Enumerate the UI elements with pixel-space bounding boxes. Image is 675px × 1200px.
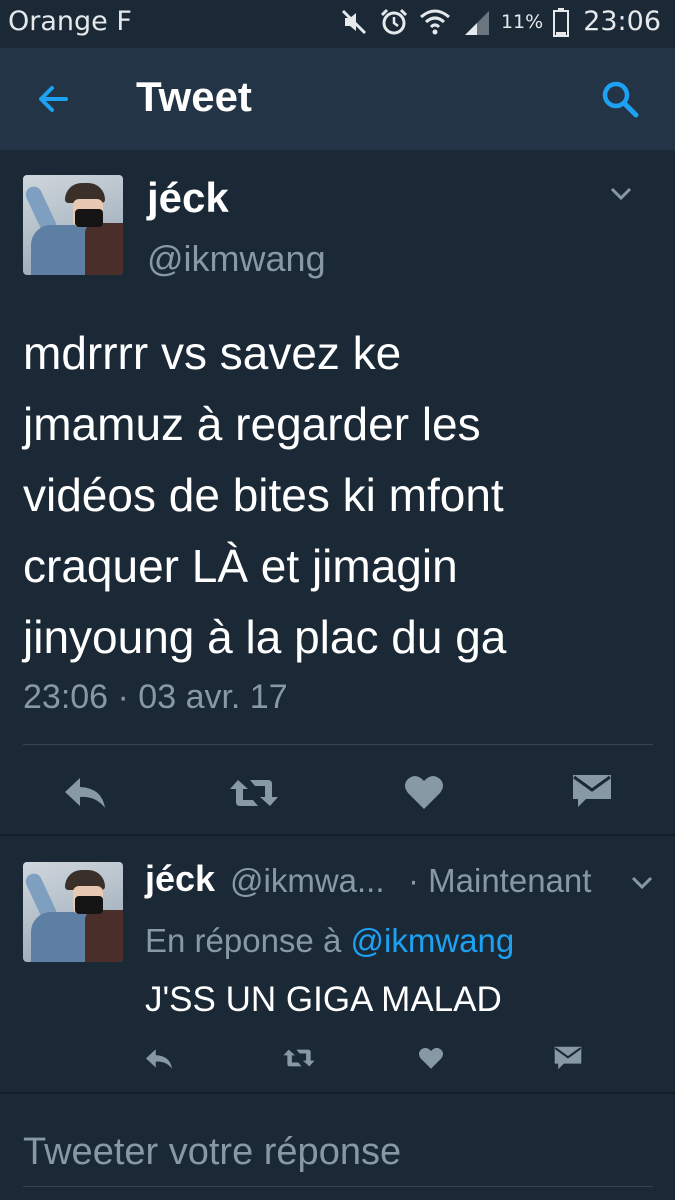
section-separator: [0, 834, 675, 836]
tweet-text-line: jmamuz à regarder les: [23, 398, 481, 450]
reply-icon[interactable]: [144, 1046, 174, 1072]
direct-message-icon[interactable]: [572, 773, 612, 809]
wifi-icon: [419, 9, 450, 34]
app-header: Tweet: [0, 48, 675, 150]
tweet-timestamp: 23:06 · 03 avr. 17: [23, 678, 288, 716]
chevron-down-icon[interactable]: [628, 868, 656, 896]
reply-compose-bar: [0, 1094, 675, 1200]
status-time: 23:06: [583, 6, 661, 37]
reply-input[interactable]: [23, 1122, 653, 1182]
search-icon[interactable]: [599, 78, 641, 120]
retweet-icon[interactable]: [282, 1047, 316, 1069]
tweet-text-line: jinyoung à la plac du ga: [23, 611, 507, 663]
tweet-text: mdrrrr vs savez ke jmamuz à regarder les…: [23, 318, 663, 673]
in-reply-to: En réponse à @ikmwang: [145, 922, 514, 960]
like-icon[interactable]: [418, 1046, 444, 1070]
back-arrow-icon[interactable]: [30, 76, 76, 122]
reply-time: · Maintenant: [408, 862, 592, 899]
status-bar: Orange F 11% 23:06: [0, 0, 675, 48]
direct-message-icon[interactable]: [554, 1045, 582, 1071]
chevron-down-icon[interactable]: [606, 178, 636, 208]
battery-percent: 11%: [500, 10, 544, 33]
input-underline: [23, 1186, 653, 1187]
avatar[interactable]: [23, 175, 123, 275]
author-name[interactable]: jéck: [147, 174, 229, 222]
alarm-icon: [380, 8, 408, 34]
like-icon[interactable]: [404, 773, 444, 811]
in-reply-to-label: En réponse à: [145, 922, 342, 959]
tweet-text-line: mdrrrr vs savez ke: [23, 327, 402, 379]
tweet-text-line: vidéos de bites ki mfont: [23, 469, 504, 521]
signal-icon: [464, 10, 489, 35]
in-reply-to-handle[interactable]: @ikmwang: [350, 922, 514, 959]
retweet-icon[interactable]: [228, 776, 280, 810]
reply-author-name[interactable]: jéck: [145, 858, 215, 900]
reply-icon[interactable]: [62, 774, 108, 812]
reply-text: J'SS UN GIGA MALAD: [145, 980, 502, 1019]
divider: [23, 744, 653, 745]
battery-icon: [553, 7, 570, 37]
avatar[interactable]: [23, 862, 123, 962]
mute-icon: [341, 9, 367, 34]
carrier-label: Orange F: [8, 6, 132, 37]
tweet-text-line: craquer LÀ et jimagin: [23, 540, 458, 592]
reply-author-handle[interactable]: @ikmwa...: [230, 862, 385, 900]
page-title: Tweet: [136, 73, 252, 120]
status-icons: 11% 23:06: [339, 6, 661, 37]
author-handle[interactable]: @ikmwang: [147, 238, 326, 280]
